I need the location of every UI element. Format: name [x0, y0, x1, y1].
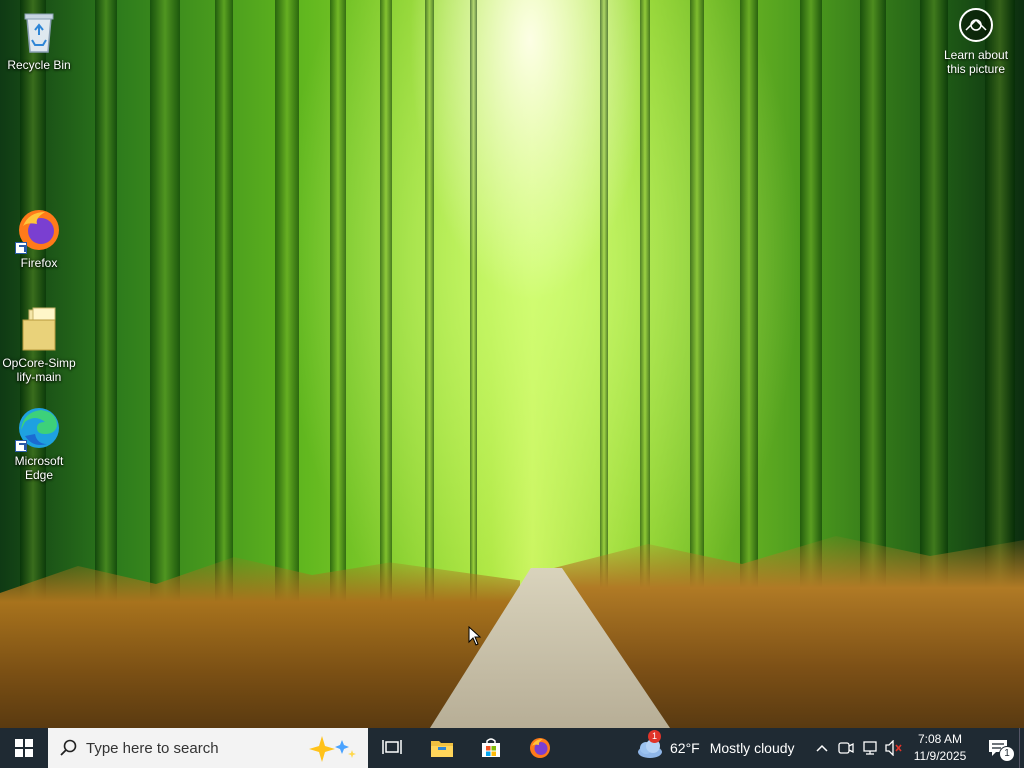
weather-widget[interactable]: 1 62°F Mostly cloudy [636, 728, 795, 768]
firefox-icon [530, 738, 550, 758]
notification-icon: 1 [988, 739, 1015, 762]
camera-icon [959, 8, 993, 42]
store-icon [482, 738, 500, 757]
meet-now-icon [838, 742, 854, 754]
chevron-up-icon [816, 744, 828, 752]
tray-meet-now-button[interactable] [834, 728, 858, 768]
cloudy-weather-icon: 1 [636, 730, 664, 760]
search-icon [60, 739, 77, 756]
microsoft-store-button[interactable] [468, 728, 514, 768]
file-explorer-icon [431, 741, 453, 757]
show-hidden-icons-button[interactable] [810, 728, 834, 768]
notifications-button[interactable]: 1 [978, 728, 1018, 768]
shortcut-arrow-icon [15, 440, 27, 452]
notification-count-badge: 1 [999, 746, 1015, 762]
windows-logo-icon [15, 739, 33, 757]
desktop-icon-label: Recycle Bin [7, 58, 71, 72]
weather-temperature: 62°F [670, 740, 700, 756]
desktop-icon-edge[interactable]: Microsoft Edge [1, 404, 77, 482]
network-icon [863, 741, 877, 755]
clock-time: 7:08 AM [917, 732, 963, 746]
desktop-icon-opcore-folder[interactable]: OpCore-Simplify-main [1, 306, 77, 384]
search-placeholder: Type here to search [86, 739, 219, 757]
clock-date: 11/9/2025 [913, 749, 967, 763]
task-view-icon [382, 740, 402, 754]
desktop-icon-label: OpCore-Simplify-main [2, 356, 76, 384]
learn-about-this-picture[interactable]: Learn about this picture [938, 8, 1014, 76]
shortcut-arrow-icon [15, 242, 27, 254]
desktop-icon-label: Firefox [20, 256, 58, 270]
taskbar-clock[interactable]: 7:08 AM 11/9/2025 [908, 731, 972, 765]
folder-icon [15, 306, 63, 354]
weather-condition: Mostly cloudy [709, 740, 795, 756]
search-highlight-sparkle-icon [309, 736, 356, 762]
tray-network-button[interactable] [858, 728, 882, 768]
bamboo-forest-wallpaper [0, 0, 1024, 728]
desktop-icon-firefox[interactable]: Firefox [1, 206, 77, 270]
volume-muted-icon [885, 740, 902, 756]
edge-icon [15, 404, 63, 452]
taskbar-search-box[interactable]: Type here to search [48, 728, 368, 768]
desktop-wallpaper: Recycle Bin Firefox OpCore-Simplify-main [0, 0, 1024, 728]
mouse-cursor-icon [468, 626, 482, 646]
desktop-icon-label: Microsoft Edge [14, 454, 64, 482]
firefox-icon [15, 206, 63, 254]
tray-volume-button[interactable] [882, 728, 906, 768]
weather-alert-badge: 1 [648, 730, 661, 743]
recycle-bin-icon [15, 8, 63, 56]
desktop-icon-recycle-bin[interactable]: Recycle Bin [1, 8, 77, 72]
learn-about-this-picture-label: Learn about this picture [943, 48, 1009, 76]
firefox-taskbar-button[interactable] [517, 728, 563, 768]
show-desktop-button[interactable] [1019, 728, 1024, 768]
file-explorer-button[interactable] [419, 728, 465, 768]
start-button[interactable] [0, 728, 48, 768]
taskbar: Type here to search 1 62°F Mostly cloudy… [0, 728, 1024, 768]
task-view-button[interactable] [369, 728, 415, 768]
